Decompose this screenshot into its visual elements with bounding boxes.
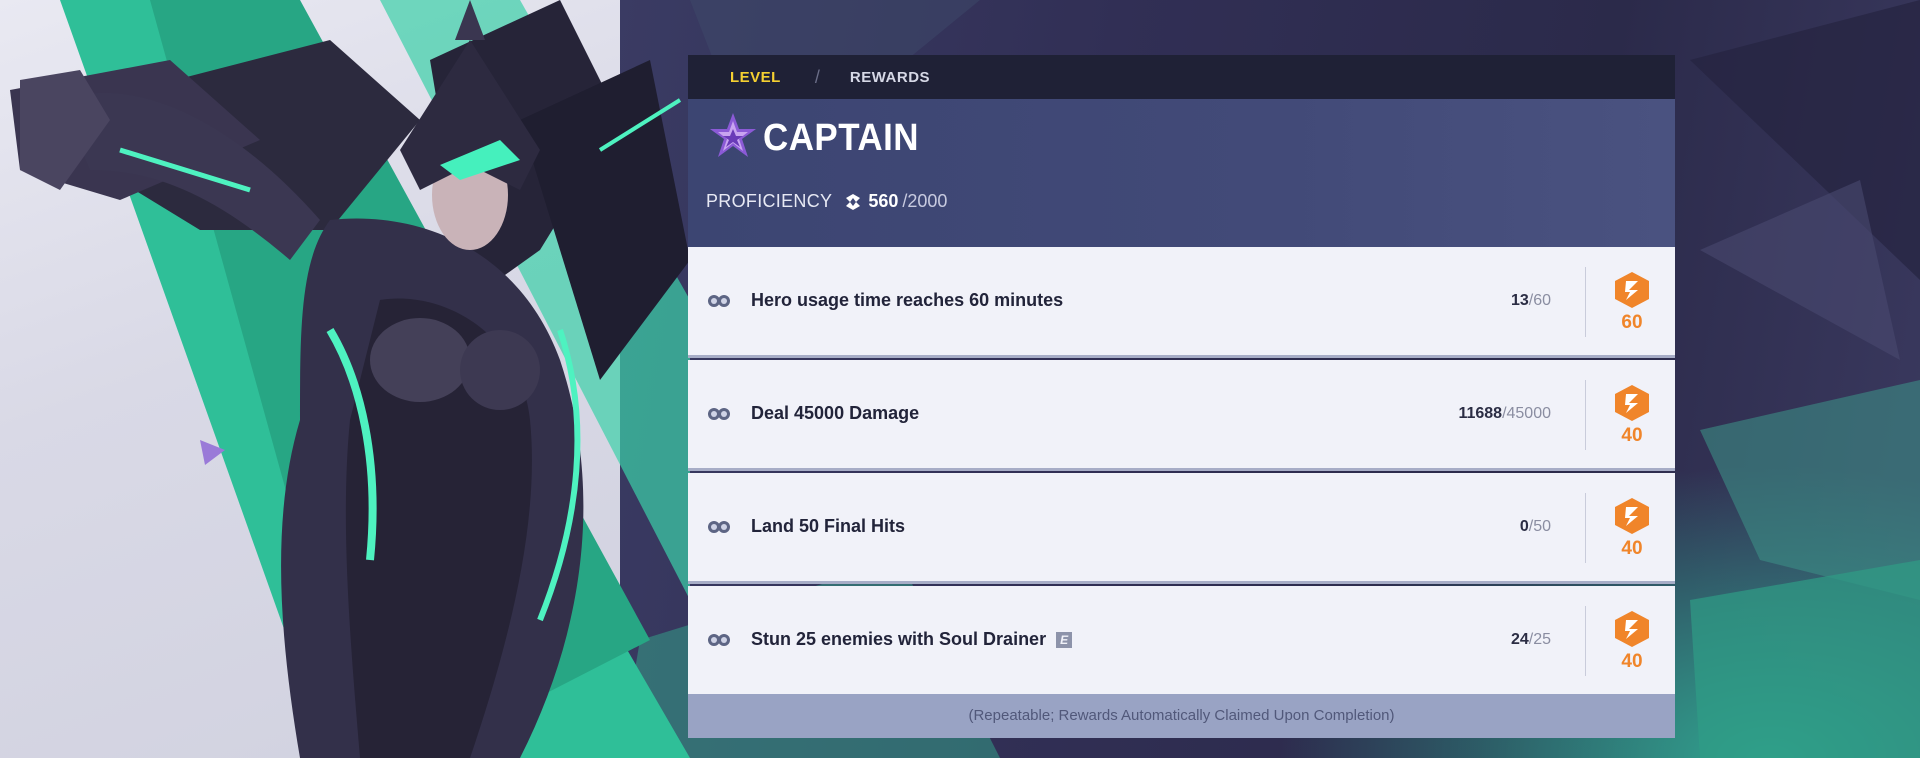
tab-bar: LEVEL / REWARDS: [688, 55, 1675, 99]
tab-rewards[interactable]: REWARDS: [850, 69, 930, 86]
task-divider: [1585, 493, 1586, 563]
proficiency-panel: LEVEL / REWARDS CAPTAIN PROFICIENCY 560 …: [688, 55, 1675, 738]
task-indicator-icon: [708, 295, 730, 307]
proficiency-current: 560: [868, 191, 899, 211]
task-description: Hero usage time reaches 60 minutes: [751, 290, 1064, 310]
task-progress: 13/60: [1510, 292, 1551, 309]
task-row: Stun 25 enemies with Soul Drainer E 24/25…: [688, 586, 1675, 694]
task-description: Deal 45000 Damage: [751, 403, 920, 423]
proficiency-reward-icon: [1615, 272, 1649, 308]
task-progress: 0/50: [1519, 518, 1551, 535]
task-divider: [1585, 267, 1586, 337]
task-indicator-icon: [708, 634, 730, 646]
proficiency-max: /2000: [902, 191, 948, 211]
task-indicator-icon: [708, 521, 730, 533]
task-indicator-icon: [708, 408, 730, 420]
proficiency-reward-icon: [1615, 611, 1649, 647]
task-description: Stun 25 enemies with Soul Drainer E: [751, 629, 1073, 650]
task-progress: 11688/45000: [1458, 405, 1551, 422]
proficiency-row: PROFICIENCY 560 /2000: [706, 191, 947, 212]
role-title: CAPTAIN: [763, 117, 920, 159]
task-reward-value: 40: [1621, 538, 1643, 559]
task-divider: [1585, 606, 1586, 676]
proficiency-reward-icon: [1615, 498, 1649, 534]
task-reward-value: 40: [1621, 651, 1643, 672]
task-progress: 24/25: [1510, 631, 1551, 648]
role-header: CAPTAIN PROFICIENCY 560 /2000: [688, 99, 1675, 275]
task-divider: [1585, 380, 1586, 450]
footer-note: (Repeatable; Rewards Automatically Claim…: [688, 694, 1675, 738]
task-reward-value: 60: [1621, 312, 1643, 333]
tab-level[interactable]: LEVEL: [730, 69, 781, 86]
proficiency-reward-icon: [1615, 385, 1649, 421]
task-row: Land 50 Final Hits 0/50 40: [688, 473, 1675, 584]
tab-separator: /: [814, 66, 820, 87]
proficiency-label: PROFICIENCY: [706, 191, 833, 211]
proficiency-icon: [846, 193, 861, 210]
task-description: Land 50 Final Hits: [751, 516, 906, 536]
ability-key-badge: E: [1056, 632, 1073, 649]
hero-artwork: [10, 0, 690, 758]
task-reward-value: 40: [1621, 425, 1643, 446]
task-row: Hero usage time reaches 60 minutes 13/60…: [688, 247, 1675, 358]
captain-star-icon: [710, 113, 756, 157]
task-row: Deal 45000 Damage 11688/45000 40: [688, 360, 1675, 471]
